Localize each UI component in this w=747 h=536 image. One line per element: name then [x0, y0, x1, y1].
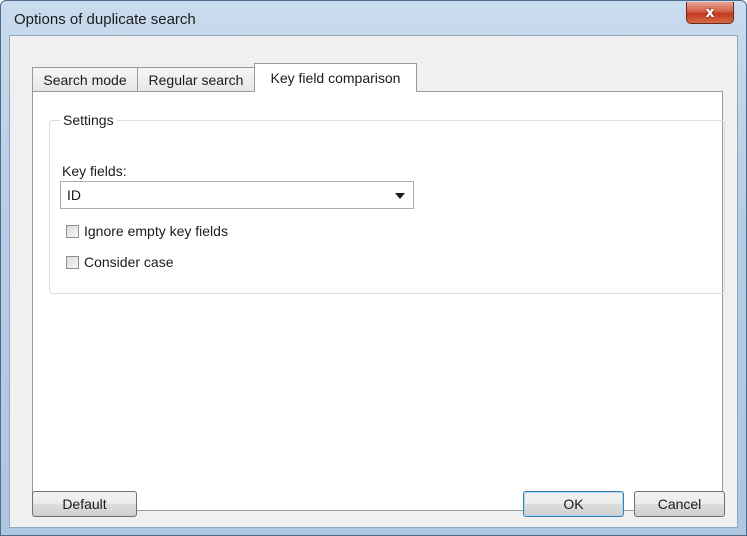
consider-case-checkbox[interactable]: [66, 255, 79, 269]
settings-groupbox: Settings Key fields: ID Ignore empty key…: [49, 112, 725, 294]
close-button[interactable]: x: [686, 2, 734, 24]
ok-button[interactable]: OK: [523, 491, 624, 517]
ignore-empty-key-fields-checkbox-row[interactable]: Ignore empty key fields: [66, 223, 228, 239]
settings-group-label: Settings: [60, 112, 117, 128]
tab-label: Search mode: [43, 71, 127, 88]
dialog-client-area: Search mode Regular search Key field com…: [9, 35, 738, 528]
tab-label: Regular search: [148, 71, 244, 88]
key-fields-label: Key fields:: [62, 163, 127, 179]
tab-search-mode[interactable]: Search mode: [32, 67, 138, 91]
tab-key-field-comparison[interactable]: Key field comparison: [254, 63, 417, 92]
window-title: Options of duplicate search: [14, 11, 196, 28]
ignore-empty-key-fields-checkbox[interactable]: [66, 224, 79, 238]
consider-case-checkbox-row[interactable]: Consider case: [66, 254, 174, 270]
consider-case-label[interactable]: Consider case: [84, 254, 174, 270]
chevron-down-icon[interactable]: [395, 193, 405, 199]
cancel-button[interactable]: Cancel: [634, 491, 725, 517]
close-icon: x: [705, 4, 715, 21]
ignore-empty-key-fields-label[interactable]: Ignore empty key fields: [84, 223, 228, 239]
tab-panel: Settings Key fields: ID Ignore empty key…: [32, 91, 725, 511]
key-fields-value: ID: [67, 187, 81, 203]
tab-regular-search[interactable]: Regular search: [137, 67, 255, 91]
tab-label: Key field comparison: [270, 70, 401, 86]
dialog-window: Options of duplicate search x Search mod…: [0, 0, 747, 536]
key-fields-dropdown[interactable]: ID: [60, 181, 414, 209]
title-bar[interactable]: Options of duplicate search x: [1, 1, 746, 37]
default-button[interactable]: Default: [32, 491, 137, 517]
